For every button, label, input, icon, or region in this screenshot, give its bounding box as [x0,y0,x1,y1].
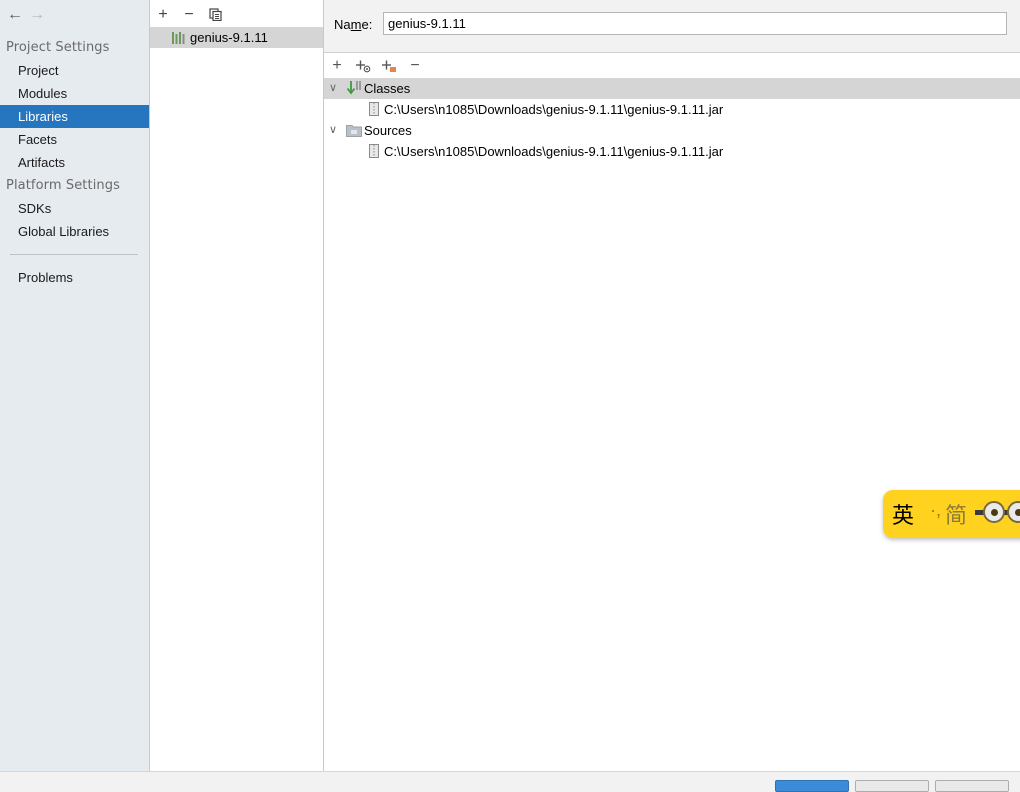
jar-file-icon [369,144,379,158]
tree-node-classes[interactable]: ∨ Classes [324,78,1020,99]
remove-root-button[interactable]: − [404,55,426,77]
add-library-button[interactable]: + [152,4,174,26]
mascot-eye-icon [1007,501,1020,523]
chevron-down-icon[interactable]: ∨ [326,120,340,141]
tree-item-sources-jar[interactable]: C:\Users\n1085\Downloads\genius-9.1.11\g… [324,141,1020,162]
sidebar-item-project[interactable]: Project [0,59,149,82]
library-name-input[interactable] [383,12,1007,35]
sources-jar-path: C:\Users\n1085\Downloads\genius-9.1.11\g… [384,144,724,159]
remove-library-button[interactable]: − [178,4,200,26]
settings-sidebar: ← → Project Settings Project Modules Libr… [0,0,150,771]
library-list-panel: + − genius-9.1.11 [150,0,324,771]
add-root-button[interactable]: + [326,55,348,77]
folder-icon [346,125,362,137]
sidebar-item-modules[interactable]: Modules [0,82,149,105]
library-item-label: genius-9.1.11 [190,30,268,45]
library-toolbar: + − [150,4,323,26]
add-with-badge-icon [356,60,371,73]
copy-icon [208,8,222,22]
library-item-genius[interactable]: genius-9.1.11 [150,27,323,48]
mascot-eye-icon [983,501,1005,523]
name-bar: Name: [324,0,1020,53]
tree-node-sources[interactable]: ∨ Sources [324,120,1020,141]
sidebar-item-libraries[interactable]: Libraries [0,105,149,128]
library-icon [172,32,185,44]
roots-toolbar: + − [324,55,1020,77]
dialog-button-bar [0,771,1020,792]
sidebar-item-problems[interactable]: Problems [0,266,149,289]
nav-buttons: ← → [4,6,48,26]
ime-script-toggle[interactable]: 简 [945,498,967,530]
sidebar-item-sdks[interactable]: SDKs [0,197,149,220]
sidebar-item-global-libraries[interactable]: Global Libraries [0,220,149,243]
add-special-root-button[interactable] [352,55,374,77]
sidebar-divider [10,254,138,255]
add-orange-icon [382,60,396,72]
classes-root-icon [346,81,361,95]
back-icon[interactable]: ← [4,6,26,24]
name-label: Name: [334,17,373,32]
classes-jar-path: C:\Users\n1085\Downloads\genius-9.1.11\g… [384,102,724,117]
project-settings-header: Project Settings [6,40,110,55]
sidebar-item-artifacts[interactable]: Artifacts [0,151,149,174]
copy-library-button[interactable] [204,4,226,26]
forward-icon[interactable]: → [26,6,48,24]
sources-label: Sources [364,123,412,138]
ime-status-widget[interactable]: 英 ·, 简 [883,490,1020,538]
add-root-orange-button[interactable] [378,55,400,77]
ime-language-toggle[interactable]: 英 [892,498,914,530]
sidebar-item-facets[interactable]: Facets [0,128,149,151]
platform-settings-header: Platform Settings [6,178,120,193]
library-detail-pane: Name: + − ∨ [324,0,1020,771]
jar-file-icon [369,102,379,116]
ime-punctuation-toggle[interactable]: ·, [930,500,941,521]
tree-item-classes-jar[interactable]: C:\Users\n1085\Downloads\genius-9.1.11\g… [324,99,1020,120]
chevron-down-icon[interactable]: ∨ [326,78,340,99]
classes-label: Classes [364,81,411,96]
